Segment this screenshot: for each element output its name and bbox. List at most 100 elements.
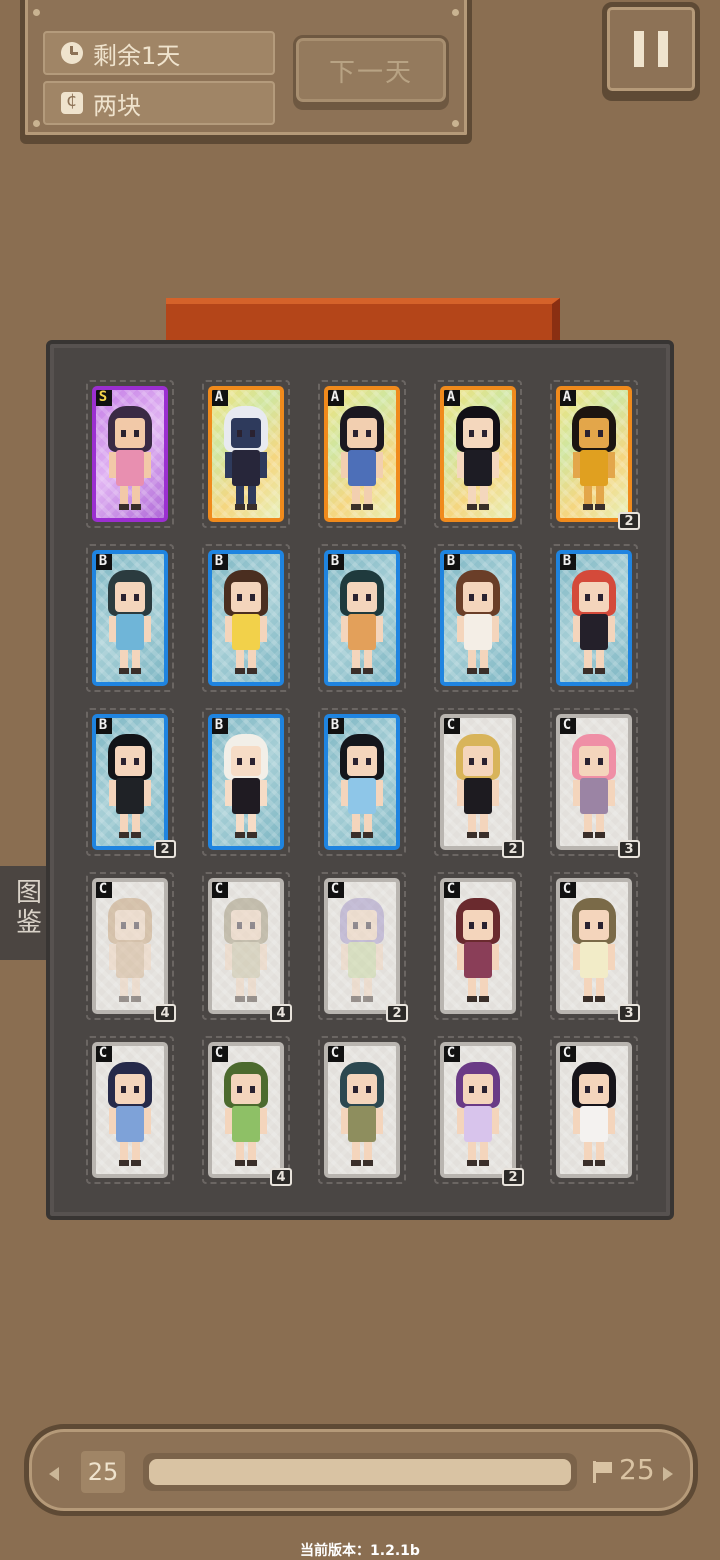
- card-rank-badge: C: [212, 1046, 228, 1062]
- card-rank-badge: C: [444, 1046, 460, 1062]
- card-face: C: [324, 878, 400, 1014]
- character-card[interactable]: C 4: [202, 872, 292, 1022]
- character-portrait: [568, 1062, 620, 1170]
- character-card[interactable]: C: [550, 1036, 638, 1184]
- card-rank-badge: B: [212, 718, 228, 734]
- card-rank-badge: B: [212, 554, 228, 570]
- card-face: B: [556, 550, 632, 686]
- card-count-badge: 4: [270, 1168, 292, 1186]
- card-face: B: [92, 550, 168, 686]
- card-rank-badge: C: [328, 1046, 344, 1062]
- card-face: A: [208, 386, 284, 522]
- pause-icon-bar-right: [658, 31, 668, 67]
- card-count-badge: 2: [502, 840, 524, 858]
- card-rank-badge: A: [444, 390, 460, 406]
- card-face: C: [556, 714, 632, 850]
- coin-icon: [61, 90, 83, 114]
- next-day-button[interactable]: 下一天: [293, 35, 449, 105]
- character-card[interactable]: A 2: [550, 380, 640, 530]
- card-face: B: [92, 714, 168, 850]
- card-face: C: [556, 878, 632, 1014]
- character-portrait: [104, 406, 156, 514]
- character-card[interactable]: C 2: [434, 708, 524, 858]
- card-rank-badge: B: [96, 554, 112, 570]
- character-card[interactable]: B: [550, 544, 638, 692]
- card-face: C: [556, 1042, 632, 1178]
- character-card[interactable]: C 2: [318, 872, 408, 1022]
- character-card[interactable]: B 2: [86, 708, 176, 858]
- card-rank-badge: B: [328, 554, 344, 570]
- card-rank-badge: C: [560, 882, 576, 898]
- character-portrait: [452, 898, 504, 1006]
- character-portrait: [336, 570, 388, 678]
- card-count-badge: 2: [154, 840, 176, 858]
- card-rank-badge: B: [560, 554, 576, 570]
- card-count-badge: 2: [618, 512, 640, 530]
- character-portrait: [452, 734, 504, 842]
- card-count-badge: 3: [618, 1004, 640, 1022]
- character-portrait: [452, 406, 504, 514]
- character-portrait: [568, 570, 620, 678]
- card-face: B: [440, 550, 516, 686]
- character-card[interactable]: B: [318, 708, 406, 856]
- character-card[interactable]: C 4: [202, 1036, 292, 1186]
- day-progress-bar: [143, 1453, 577, 1491]
- character-card[interactable]: B: [318, 544, 406, 692]
- character-portrait: [336, 734, 388, 842]
- character-card[interactable]: C 4: [86, 872, 176, 1022]
- card-face: C: [208, 878, 284, 1014]
- card-count-badge: 4: [270, 1004, 292, 1022]
- card-rank-badge: C: [444, 718, 460, 734]
- card-face: C: [324, 1042, 400, 1178]
- character-card[interactable]: C: [434, 872, 522, 1020]
- card-rank-badge: C: [444, 882, 460, 898]
- character-card[interactable]: A: [202, 380, 290, 528]
- side-tab-collection[interactable]: 图鉴: [0, 866, 50, 960]
- card-rank-badge: A: [212, 390, 228, 406]
- card-count-badge: 2: [386, 1004, 408, 1022]
- next-arrow-icon[interactable]: [663, 1467, 673, 1481]
- character-portrait: [568, 898, 620, 1006]
- character-card[interactable]: C: [318, 1036, 406, 1184]
- character-portrait: [452, 570, 504, 678]
- money-row: 两块: [43, 81, 275, 125]
- current-day-counter: 25: [81, 1451, 125, 1493]
- character-portrait: [568, 734, 620, 842]
- character-portrait: [104, 570, 156, 678]
- days-left-text: 剩余1天: [93, 41, 181, 70]
- character-card[interactable]: S: [86, 380, 174, 528]
- card-rank-badge: C: [96, 1046, 112, 1062]
- card-face: B: [324, 714, 400, 850]
- character-card[interactable]: B: [434, 544, 522, 692]
- card-face: A: [440, 386, 516, 522]
- prev-arrow-icon[interactable]: [49, 1467, 59, 1481]
- character-card[interactable]: A: [318, 380, 406, 528]
- character-card[interactable]: C 3: [550, 708, 640, 858]
- character-portrait: [104, 1062, 156, 1170]
- version-label: 当前版本：1.2.1b: [300, 1543, 420, 1559]
- character-card[interactable]: C 3: [550, 872, 640, 1022]
- character-portrait: [104, 898, 156, 1006]
- card-count-badge: 3: [618, 840, 640, 858]
- character-card[interactable]: B: [202, 544, 290, 692]
- character-card[interactable]: C: [86, 1036, 174, 1184]
- character-portrait: [336, 898, 388, 1006]
- card-rank-badge: A: [560, 390, 576, 406]
- character-card[interactable]: C 2: [434, 1036, 524, 1186]
- day-progress-fill: [149, 1459, 571, 1485]
- card-face: S: [92, 386, 168, 522]
- character-portrait: [220, 898, 272, 1006]
- character-portrait: [220, 1062, 272, 1170]
- character-card[interactable]: A: [434, 380, 522, 528]
- timeline-bar: 25 25: [24, 1424, 698, 1516]
- card-count-badge: 4: [154, 1004, 176, 1022]
- pause-button[interactable]: [602, 2, 700, 96]
- card-rank-badge: S: [96, 390, 112, 406]
- card-rank-badge: C: [560, 1046, 576, 1062]
- card-face: B: [208, 550, 284, 686]
- character-card[interactable]: B: [86, 544, 174, 692]
- character-card[interactable]: B: [202, 708, 290, 856]
- character-portrait: [336, 406, 388, 514]
- end-day-counter: 25: [619, 1453, 655, 1486]
- card-rank-badge: A: [328, 390, 344, 406]
